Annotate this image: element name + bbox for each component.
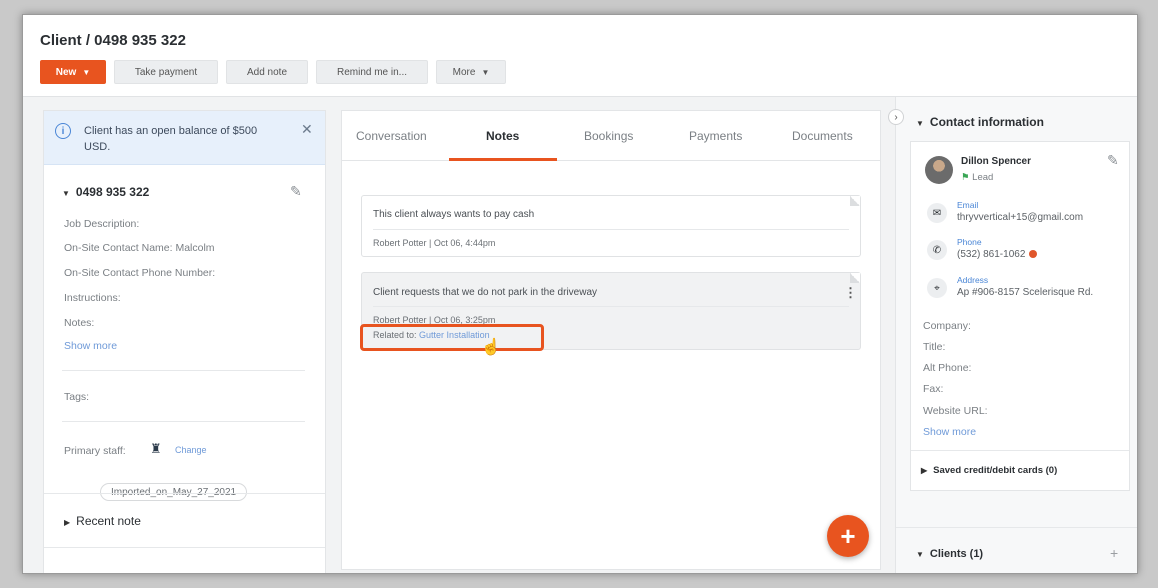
note-meta: Robert Potter | Oct 06, 4:44pm bbox=[373, 238, 496, 248]
contact-status: ⚑ Lead bbox=[961, 172, 993, 183]
email-label: Email bbox=[957, 200, 979, 210]
chevron-right-icon[interactable]: › bbox=[888, 109, 904, 125]
email-value[interactable]: thryvvertical+15@gmail.com bbox=[957, 212, 1083, 223]
more-options-icon[interactable]: ⋮ bbox=[844, 285, 857, 301]
note-text: This client always wants to pay cash bbox=[373, 209, 535, 220]
avatar bbox=[925, 156, 953, 184]
job-description-field: Job Description: bbox=[64, 218, 140, 230]
contact-info-header[interactable]: ▼ Contact information bbox=[916, 115, 1044, 129]
chevron-down-icon: ▼ bbox=[82, 67, 91, 77]
contact-info-title: Contact information bbox=[929, 115, 1044, 129]
divider bbox=[896, 527, 1137, 528]
remind-me-button[interactable]: Remind me in... bbox=[316, 60, 428, 84]
details-section-title: 0498 935 322 bbox=[75, 185, 150, 199]
change-staff-link[interactable]: Change bbox=[175, 445, 207, 455]
divider bbox=[62, 421, 305, 422]
address-value[interactable]: Ap #906-8157 Scelerisque Rd. bbox=[957, 287, 1093, 298]
details-section-header[interactable]: ▼ 0498 935 322 bbox=[62, 185, 149, 199]
company-field: Company: bbox=[923, 320, 971, 332]
clients-title: Clients (1) bbox=[929, 548, 984, 560]
take-payment-button[interactable]: Take payment bbox=[114, 60, 218, 84]
tab-bookings[interactable]: Bookings bbox=[584, 129, 633, 143]
flag-icon: ⚑ bbox=[961, 172, 970, 183]
page-fold-icon bbox=[850, 196, 860, 206]
divider bbox=[911, 450, 1129, 451]
add-note-button[interactable]: Add note bbox=[226, 60, 308, 84]
title-field: Title: bbox=[923, 341, 946, 353]
warning-icon bbox=[1029, 250, 1038, 259]
chevron-down-icon: ▼ bbox=[481, 67, 490, 77]
onsite-contact-phone-field: On-Site Contact Phone Number: bbox=[64, 267, 216, 279]
divider bbox=[373, 306, 849, 307]
caret-down-icon: ▼ bbox=[916, 550, 924, 559]
caret-right-icon: ▶ bbox=[921, 466, 928, 475]
tag-chip[interactable]: Imported_on_May_27_2021 bbox=[100, 483, 248, 501]
page-title: Client / 0498 935 322 bbox=[40, 32, 186, 49]
highlight-box bbox=[360, 324, 544, 351]
note-date: Oct 06, 4:44pm bbox=[433, 238, 496, 248]
tab-payments[interactable]: Payments bbox=[689, 129, 742, 143]
divider bbox=[44, 493, 325, 494]
primary-staff-label: Primary staff: bbox=[64, 445, 126, 457]
onsite-contact-name-field: On-Site Contact Name: Malcolm bbox=[64, 242, 215, 254]
caret-right-icon: ▶ bbox=[64, 518, 71, 527]
alert-text: Client has an open balance of $500 USD. bbox=[84, 125, 258, 153]
staff-avatar-icon: ♜ bbox=[150, 441, 162, 456]
phone-icon: ✆ bbox=[927, 240, 947, 260]
app-window: Client / 0498 935 322 New ▼ Take payment … bbox=[22, 14, 1138, 574]
contact-status-text: Lead bbox=[972, 172, 994, 183]
clients-header[interactable]: ▼ Clients (1) bbox=[916, 548, 983, 560]
note-card[interactable]: This client always wants to pay cash Rob… bbox=[361, 195, 861, 257]
phone-number: (532) 861-1062 bbox=[957, 249, 1026, 260]
tab-notes[interactable]: Notes bbox=[486, 129, 519, 143]
fax-field: Fax: bbox=[923, 383, 944, 395]
recent-note-header[interactable]: ▶ Recent note bbox=[64, 514, 141, 528]
add-client-icon[interactable]: + bbox=[1110, 545, 1118, 561]
saved-cards-title: Saved credit/debit cards (0) bbox=[933, 465, 1058, 476]
hand-cursor-icon: ☝ bbox=[481, 339, 501, 356]
page-fold-icon bbox=[850, 273, 860, 283]
add-fab-button[interactable]: + bbox=[827, 515, 869, 557]
alt-phone-field: Alt Phone: bbox=[923, 362, 972, 374]
divider bbox=[373, 229, 849, 230]
location-pin-icon: ⌖ bbox=[927, 278, 947, 298]
tab-documents[interactable]: Documents bbox=[792, 129, 853, 143]
tab-bar: Conversation Notes Bookings Payments Doc… bbox=[342, 111, 880, 161]
divider bbox=[62, 370, 305, 371]
email-icon: ✉ bbox=[927, 203, 947, 223]
contact-card: Dillon Spencer ⚑ Lead ✎ ✉ Email thryvver… bbox=[910, 141, 1130, 491]
close-icon[interactable]: ✕ bbox=[301, 121, 313, 138]
address-label: Address bbox=[957, 275, 989, 285]
phone-value[interactable]: (532) 861-1062 bbox=[957, 249, 1038, 260]
more-button[interactable]: More ▼ bbox=[436, 60, 506, 84]
new-button-label: New bbox=[55, 66, 77, 78]
show-more-link[interactable]: Show more bbox=[923, 426, 976, 438]
instructions-field: Instructions: bbox=[64, 292, 121, 304]
caret-down-icon: ▼ bbox=[62, 189, 70, 198]
show-more-link[interactable]: Show more bbox=[64, 340, 117, 352]
header-bar: Client / 0498 935 322 New ▼ Take payment … bbox=[23, 15, 1137, 97]
active-tab-indicator bbox=[449, 158, 557, 161]
edit-icon[interactable]: ✎ bbox=[290, 183, 302, 200]
notes-field: Notes: bbox=[64, 317, 95, 329]
saved-cards-header[interactable]: ▶ Saved credit/debit cards (0) bbox=[921, 465, 1057, 476]
edit-icon[interactable]: ✎ bbox=[1107, 152, 1119, 169]
new-button[interactable]: New ▼ bbox=[40, 60, 106, 84]
contact-name: Dillon Spencer bbox=[961, 156, 1032, 167]
client-details-panel: i Client has an open balance of $500 USD… bbox=[43, 110, 326, 573]
phone-label: Phone bbox=[957, 237, 982, 247]
balance-alert: i Client has an open balance of $500 USD… bbox=[44, 111, 325, 165]
recent-note-title: Recent note bbox=[76, 514, 141, 528]
info-icon: i bbox=[55, 123, 71, 139]
note-text: Client requests that we do not park in t… bbox=[373, 287, 598, 298]
website-field: Website URL: bbox=[923, 405, 988, 417]
note-author: Robert Potter bbox=[373, 238, 427, 248]
tab-conversation[interactable]: Conversation bbox=[356, 129, 427, 143]
contact-panel: › ▼ Contact information Dillon Spencer ⚑ … bbox=[888, 97, 1137, 573]
caret-down-icon: ▼ bbox=[916, 119, 924, 128]
tags-label: Tags: bbox=[64, 391, 90, 403]
divider bbox=[44, 547, 325, 548]
more-button-label: More bbox=[452, 66, 476, 78]
